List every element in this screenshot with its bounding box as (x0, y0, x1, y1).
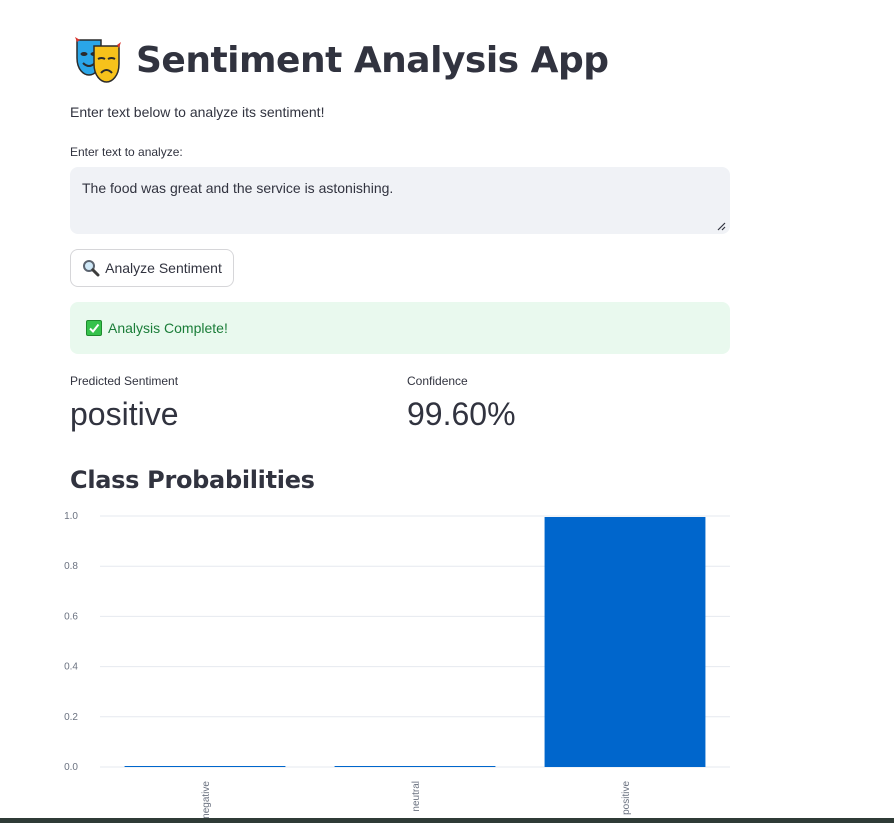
y-tick-label: 0.0 (64, 762, 78, 773)
x-tick-label: neutral (411, 781, 422, 812)
text-input-label: Enter text to analyze: (70, 145, 183, 159)
bottom-bar (0, 818, 894, 823)
metric-value: positive (70, 396, 179, 432)
page-title: Sentiment Analysis App (136, 39, 609, 81)
bar-positive (544, 517, 706, 767)
text-input[interactable]: The food was great and the service is as… (70, 167, 730, 234)
success-message: Analysis Complete! (108, 320, 228, 336)
section-title: Class Probabilities (70, 466, 315, 494)
analyze-button-label: Analyze Sentiment (105, 260, 222, 276)
bar-neutral (334, 766, 496, 767)
theater-masks-icon (75, 37, 121, 83)
predicted-sentiment-metric: Predicted Sentiment positive (70, 374, 179, 433)
y-tick-label: 0.6 (64, 611, 78, 622)
title-row: Sentiment Analysis App (74, 36, 609, 84)
y-tick-label: 0.4 (64, 662, 78, 673)
magnifier-icon (82, 259, 100, 277)
subtitle: Enter text below to analyze its sentimen… (70, 104, 325, 120)
x-tick-label: positive (621, 781, 632, 815)
y-tick-label: 0.8 (64, 561, 78, 572)
y-tick-label: 1.0 (64, 511, 78, 522)
confidence-metric: Confidence 99.60% (407, 374, 516, 433)
class-probabilities-chart: 0.0 0.2 0.4 0.6 0.8 1.0 negative neutral positiv… (64, 511, 730, 819)
text-input-value: The food was great and the service is as… (82, 180, 394, 196)
check-mark-icon (86, 320, 102, 336)
metric-value: 99.60% (407, 396, 516, 432)
x-tick-label: negative (201, 781, 212, 819)
y-tick-label: 0.2 (64, 712, 78, 723)
metric-label: Confidence (407, 374, 468, 388)
metric-label: Predicted Sentiment (70, 374, 179, 388)
analyze-sentiment-button[interactable]: Analyze Sentiment (70, 249, 234, 287)
bar-negative (124, 766, 286, 767)
success-alert: Analysis Complete! (70, 302, 730, 354)
resize-grip-icon[interactable] (717, 222, 726, 231)
